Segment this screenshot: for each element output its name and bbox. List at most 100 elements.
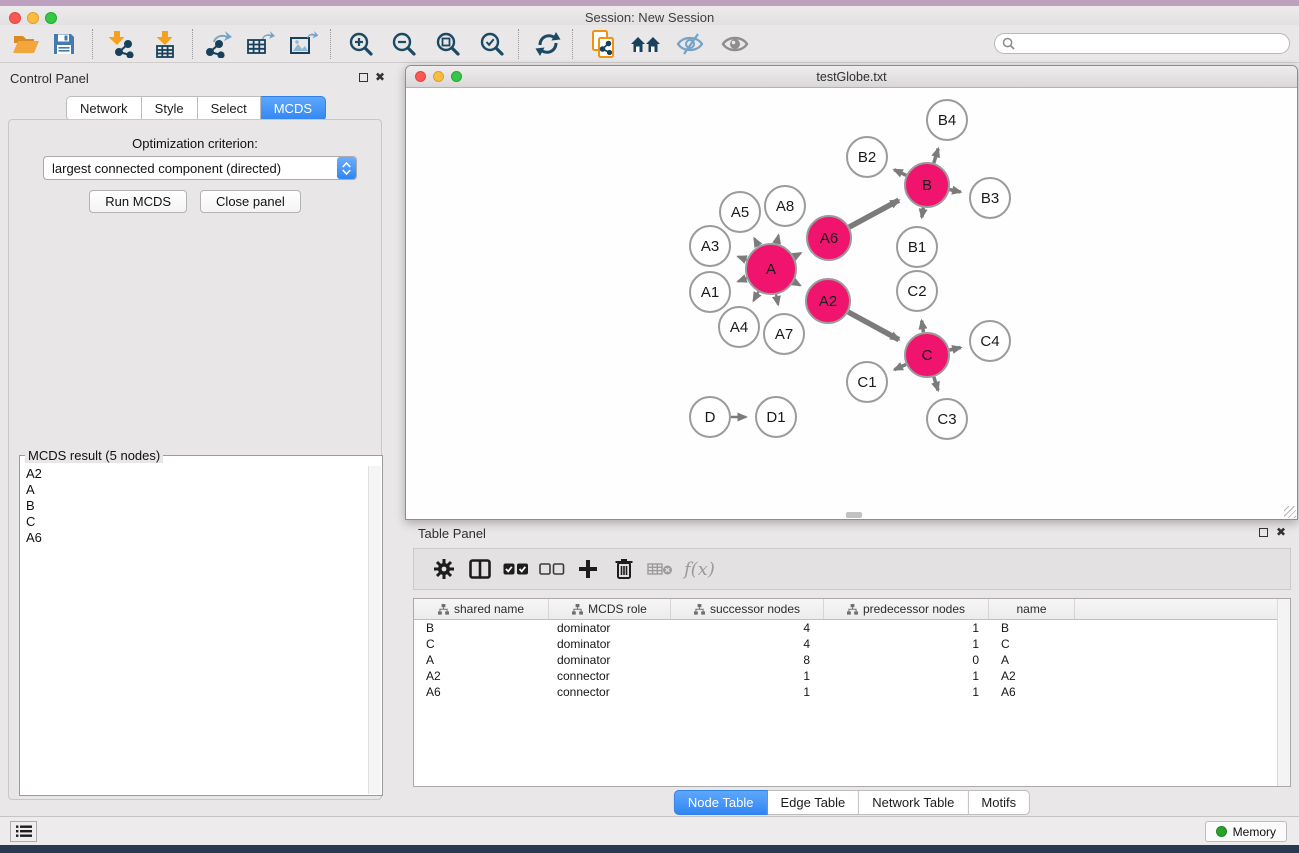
table-toolbar: f(x) (413, 548, 1291, 590)
mcds-result-item[interactable]: B (21, 498, 368, 514)
mcds-result-item[interactable]: C (21, 514, 368, 530)
mcds-result-item[interactable]: A6 (21, 530, 368, 546)
edge-B-B3[interactable] (950, 190, 961, 192)
close-panel-button[interactable]: Close panel (200, 190, 301, 213)
edge-A-A6[interactable] (794, 253, 801, 257)
tab-network[interactable]: Network (66, 96, 142, 121)
table-cell: 1 (824, 668, 989, 684)
table-cell: A6 (989, 684, 1075, 700)
export-image-button[interactable] (285, 28, 321, 60)
network-hscroll-thumb[interactable] (846, 512, 862, 518)
column-header-shared-name[interactable]: shared name (414, 599, 549, 619)
table-row[interactable]: Cdominator41C (414, 636, 1290, 652)
tab-select[interactable]: Select (198, 96, 261, 121)
search-input[interactable] (1019, 36, 1289, 52)
deselect-all-button[interactable] (534, 551, 570, 587)
column-header-mcds-role[interactable]: MCDS role (549, 599, 671, 619)
save-session-button[interactable] (46, 28, 82, 60)
select-all-button[interactable] (498, 551, 534, 587)
network-canvas[interactable]: B4B2BB3A5A8A6A3B1AA1C2A2A4A7C4CC1C3DD1 (406, 88, 1297, 519)
network-resize-grip[interactable] (1284, 506, 1296, 518)
open-session-button[interactable] (8, 28, 44, 60)
edge-C-C4[interactable] (949, 348, 960, 351)
edge-C-C1[interactable] (894, 364, 906, 369)
new-network-from-selection-button[interactable] (585, 28, 621, 60)
edge-B-B4[interactable] (934, 149, 938, 163)
table-close-icon[interactable]: ✖ (1276, 526, 1286, 538)
node-label-C3: C3 (937, 411, 956, 428)
first-neighbors-button[interactable] (628, 28, 664, 60)
edge-A2-C[interactable] (848, 312, 899, 340)
mcds-result-item[interactable]: A (21, 482, 368, 498)
import-network-button[interactable] (102, 28, 138, 60)
search-box[interactable] (994, 33, 1290, 54)
mcds-result-list[interactable]: A2ABCA6 (21, 466, 368, 794)
edge-A-A4[interactable] (753, 292, 758, 301)
node-label-A7: A7 (775, 326, 793, 343)
delete-table-button[interactable] (642, 551, 678, 587)
table-cell: 1 (671, 668, 824, 684)
split-view-button[interactable] (462, 551, 498, 587)
table-settings-button[interactable] (426, 551, 462, 587)
refresh-button[interactable] (530, 28, 566, 60)
import-table-button[interactable] (147, 28, 183, 60)
table-row[interactable]: Adominator80A (414, 652, 1290, 668)
show-details-button[interactable] (717, 28, 753, 60)
float-panel-icon[interactable] (359, 72, 368, 84)
hide-details-button[interactable] (672, 28, 708, 60)
zoom-in-button[interactable] (343, 28, 379, 60)
import-network-icon (106, 30, 134, 58)
node-table-header: shared nameMCDS rolesuccessor nodesprede… (414, 599, 1290, 620)
edge-A-A7[interactable] (776, 294, 778, 304)
edge-C-C2[interactable] (922, 321, 924, 333)
tab-node-table[interactable]: Node Table (674, 790, 768, 815)
column-header-name[interactable]: name (989, 599, 1075, 619)
select-stepper-icon (337, 157, 356, 179)
tab-style[interactable]: Style (142, 96, 198, 121)
node-label-A2: A2 (819, 293, 837, 310)
table-row[interactable]: A6connector11A6 (414, 684, 1290, 700)
mcds-result-scrollbar[interactable] (368, 466, 381, 794)
edge-A-A5[interactable] (754, 238, 758, 246)
zoom-fit-button[interactable] (430, 28, 466, 60)
edge-A-A2[interactable] (794, 282, 800, 286)
node-label-B: B (922, 177, 932, 194)
close-panel-icon[interactable]: ✖ (375, 71, 385, 83)
column-header-predecessor-nodes[interactable]: predecessor nodes (824, 599, 989, 619)
import-table-icon (151, 30, 179, 58)
tab-edge-table[interactable]: Edge Table (767, 790, 859, 815)
column-header-successor-nodes[interactable]: successor nodes (671, 599, 824, 619)
edge-A-A1[interactable] (738, 278, 747, 281)
table-cell: 8 (671, 652, 824, 668)
tab-network-table[interactable]: Network Table (859, 790, 968, 815)
add-column-button[interactable] (570, 551, 606, 587)
edge-A-A8[interactable] (777, 235, 779, 243)
table-scrollbar[interactable] (1277, 599, 1290, 786)
delete-table-icon (647, 561, 673, 577)
mcds-result-item[interactable]: A2 (21, 466, 368, 482)
table-row[interactable]: Bdominator41B (414, 620, 1290, 636)
tab-mcds[interactable]: MCDS (261, 96, 326, 121)
table-float-icon[interactable] (1259, 527, 1268, 539)
table-row[interactable]: A2connector11A2 (414, 668, 1290, 684)
edge-A-A3[interactable] (738, 257, 747, 260)
edge-B-B2[interactable] (894, 170, 906, 176)
task-history-button[interactable] (10, 821, 37, 842)
edge-B-B1[interactable] (922, 208, 924, 218)
export-network-button[interactable] (200, 28, 236, 60)
function-builder-button[interactable]: f(x) (684, 559, 715, 580)
edge-C-C3[interactable] (934, 377, 938, 390)
edge-A6-B[interactable] (849, 200, 899, 227)
delete-column-button[interactable] (606, 551, 642, 587)
memory-button[interactable]: Memory (1205, 821, 1287, 842)
zoom-out-button[interactable] (386, 28, 422, 60)
column-label: name (1016, 602, 1046, 616)
node-table: shared nameMCDS rolesuccessor nodesprede… (413, 598, 1291, 787)
control-panel-tabs: NetworkStyleSelectMCDS (66, 96, 326, 121)
export-table-button[interactable] (242, 28, 278, 60)
table-cell: 4 (671, 636, 824, 652)
criterion-select[interactable]: largest connected component (directed) (43, 156, 357, 180)
run-mcds-button[interactable]: Run MCDS (89, 190, 187, 213)
tab-motifs[interactable]: Motifs (968, 790, 1030, 815)
zoom-selected-button[interactable] (474, 28, 510, 60)
